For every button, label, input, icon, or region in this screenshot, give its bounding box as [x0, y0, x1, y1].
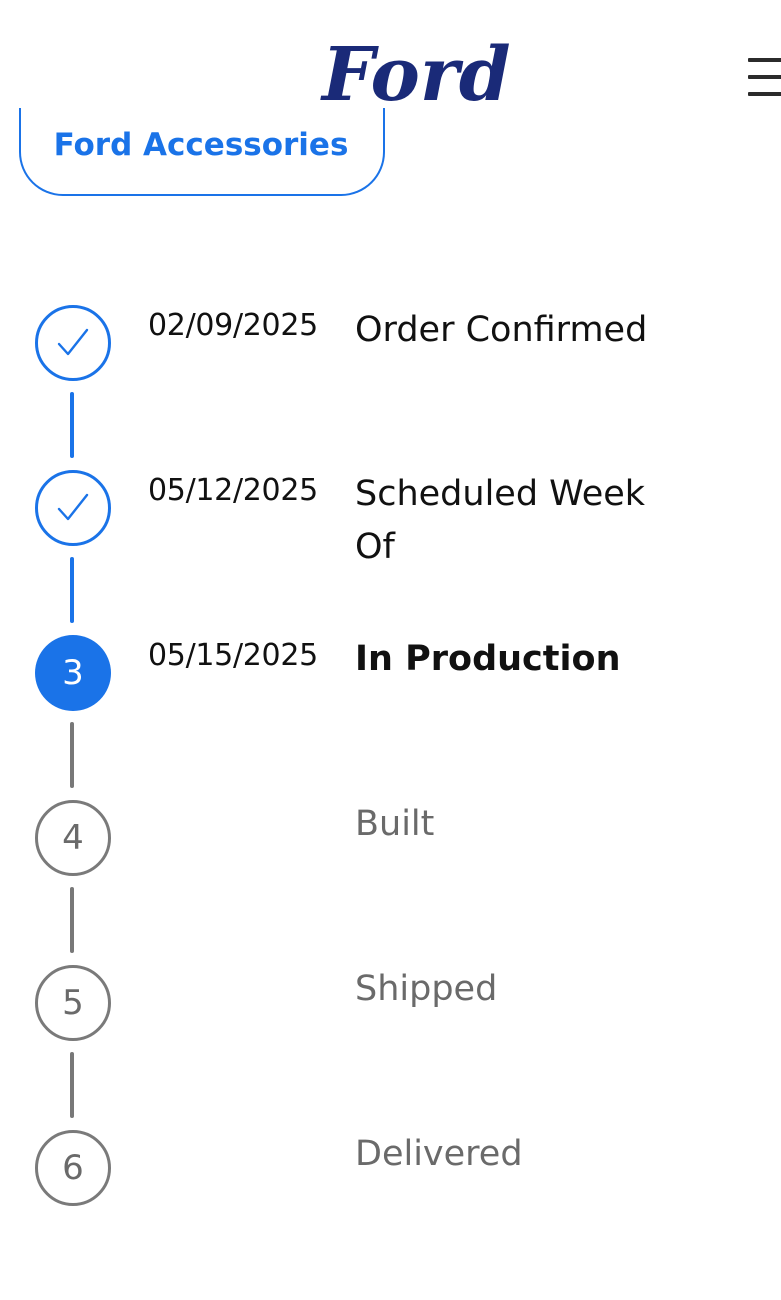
ford-logo-text: Ford — [320, 32, 511, 116]
step-2-label: Scheduled Week Of — [355, 474, 646, 567]
step-2-date: 05/12/2025 — [148, 473, 318, 508]
timeline-connector — [70, 392, 74, 458]
step-4-indicator: 4 — [35, 800, 111, 876]
step-6-number: 6 — [62, 1148, 84, 1188]
timeline-connector — [70, 557, 74, 623]
step-3-label: In Production — [355, 639, 621, 679]
step-4-number: 4 — [62, 818, 84, 858]
step-3-indicator: 3 — [35, 635, 111, 711]
step-5-label: Shipped — [355, 969, 498, 1009]
ford-accessories-label: Ford Accessories — [53, 127, 349, 163]
ford-accessories-button[interactable]: Ford Accessories — [19, 108, 385, 196]
step-5-indicator: 5 — [35, 965, 111, 1041]
ford-logo[interactable]: Ford — [318, 24, 528, 118]
step-3-number: 3 — [62, 653, 84, 693]
step-2-indicator — [35, 470, 111, 546]
step-6-label: Delivered — [355, 1134, 523, 1174]
checkmark-icon — [57, 328, 89, 356]
hamburger-menu-icon[interactable] — [748, 58, 781, 108]
step-1-indicator — [35, 305, 111, 381]
step-1-label: Order Confirmed — [355, 310, 648, 350]
step-3-date: 05/15/2025 — [148, 638, 318, 673]
timeline-connector — [70, 1052, 74, 1118]
step-6-indicator: 6 — [35, 1130, 111, 1206]
checkmark-icon — [57, 493, 89, 521]
timeline-connector — [70, 722, 74, 788]
timeline-connector — [70, 887, 74, 953]
step-1-date: 02/09/2025 — [148, 308, 318, 343]
step-4-label: Built — [355, 804, 435, 844]
step-5-number: 5 — [62, 983, 84, 1023]
